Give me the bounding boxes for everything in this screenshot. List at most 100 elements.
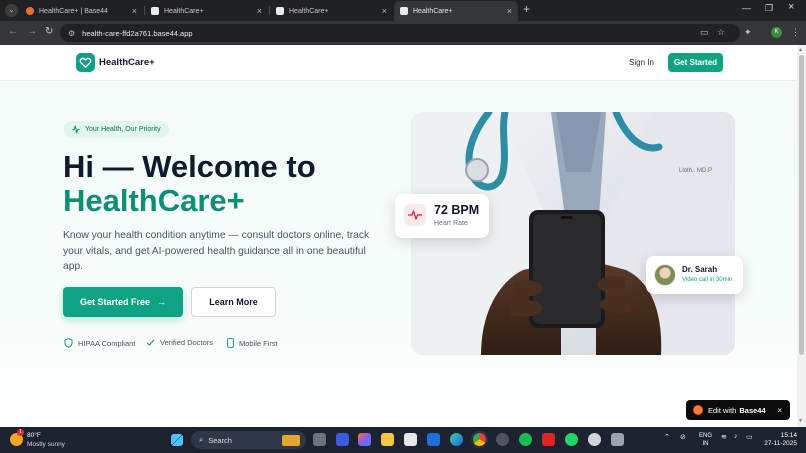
heart-pulse-icon (404, 204, 426, 226)
trust-label: Mobile First (239, 338, 278, 348)
mail-envelope-icon[interactable] (611, 433, 624, 446)
tagline-text: Your Health, Our Priority (85, 126, 161, 133)
restore-icon[interactable]: ❐ (765, 3, 773, 14)
address-bar[interactable]: ⚙ health-care-ffd2a761.base44.app (60, 24, 740, 42)
spotify-app-icon[interactable] (519, 433, 532, 446)
file-explorer-icon[interactable] (381, 433, 394, 446)
trust-item-mobile: Mobile First (227, 338, 278, 348)
trust-item-verified: Verified Doctors (146, 338, 213, 347)
tab-title: HealthCare+ | Base44 (39, 7, 108, 15)
chrome-browser-icon[interactable] (473, 433, 486, 446)
check-icon (146, 339, 155, 346)
site-header: HealthCare+ Sign In Get Started (0, 45, 797, 81)
tab-title: HealthCare+ (164, 7, 204, 15)
install-app-icon[interactable]: ▭ (700, 27, 709, 38)
search-icon: ⌕ (199, 435, 204, 444)
chevron-up-icon[interactable]: ⌃ (664, 433, 670, 441)
weather-description[interactable]: Mostly sunny (27, 441, 65, 448)
tab-search-button[interactable]: ⌄ (5, 4, 18, 17)
profile-avatar[interactable]: K (771, 27, 782, 38)
more-menu-icon[interactable]: ⋮ (791, 27, 800, 38)
windows-start-icon[interactable] (171, 434, 183, 446)
back-icon[interactable]: ← (8, 26, 18, 37)
doctor-call-status: Video call in 30min (682, 277, 733, 283)
edit-with-base44-badge[interactable]: Edit with Base44 × (686, 400, 790, 420)
close-icon[interactable]: × (132, 6, 137, 16)
page-favicon-icon (151, 7, 159, 15)
weather-temperature[interactable]: 80°F (27, 432, 41, 439)
close-icon[interactable]: × (777, 406, 782, 415)
volume-icon[interactable]: ♪ (734, 433, 738, 440)
forward-icon[interactable]: → (27, 26, 37, 37)
bookmark-star-icon[interactable]: ☆ (717, 27, 725, 38)
taskbar-clock[interactable]: 15:14 27-11-2025 (761, 432, 797, 448)
whatsapp-app-icon[interactable] (565, 433, 578, 446)
browser-tab-2[interactable]: HealthCare+ × (145, 1, 268, 21)
page-favicon-icon (276, 7, 284, 15)
app-icon[interactable] (496, 433, 509, 446)
task-view-icon[interactable] (313, 433, 326, 446)
smartphone-icon (227, 338, 234, 348)
notepad-app-icon[interactable] (404, 433, 417, 446)
base44-favicon-icon (26, 7, 34, 15)
url-text: health-care-ffd2a761.base44.app (82, 28, 193, 38)
tagline-pill: Your Health, Our Priority (64, 121, 169, 138)
close-icon[interactable]: × (257, 6, 262, 16)
site-logo-text[interactable]: HealthCare+ (99, 57, 155, 68)
heart-rate-label: Heart Rate (434, 220, 468, 227)
sign-in-link[interactable]: Sign In (629, 58, 654, 67)
heart-rate-card: 72 BPM Heart Rate (395, 194, 489, 238)
doctor-call-card: Dr. Sarah Video call in 30min (646, 256, 743, 294)
scrollbar-thumb[interactable] (799, 55, 804, 355)
get-started-free-button[interactable]: Get Started Free → (63, 287, 183, 317)
browser-tab-3[interactable]: HealthCare+ × (270, 1, 393, 21)
window-close-icon[interactable]: × (788, 1, 794, 13)
outlook-app-icon[interactable] (336, 433, 349, 446)
copilot-app-icon[interactable] (358, 433, 371, 446)
language-region: IN (702, 441, 709, 447)
hero-heading-line1: Hi — Welcome to (63, 149, 316, 184)
page-viewport: HealthCare+ Sign In Get Started Your Hea… (0, 45, 797, 427)
windows-taskbar: 1 80°F Mostly sunny ⌕ Search ⌃ ⊘ ENG IN … (0, 427, 806, 453)
page-favicon-icon (400, 7, 408, 15)
browser-tabstrip: ⌄ HealthCare+ | Base44 × HealthCare+ × H… (0, 0, 806, 21)
site-info-icon[interactable]: ⚙ (68, 29, 75, 38)
button-label: Get Started Free (79, 297, 151, 307)
mute-notifications-icon[interactable]: ⊘ (680, 433, 686, 441)
scroll-up-icon[interactable]: ▲ (798, 47, 803, 53)
new-tab-button[interactable]: + (523, 2, 530, 16)
close-icon[interactable]: × (382, 6, 387, 16)
minimize-icon[interactable]: — (742, 3, 751, 13)
badge-brand: Base44 (739, 405, 766, 415)
extensions-icon[interactable]: ✦ (744, 27, 752, 38)
heart-rate-value: 72 BPM (434, 203, 480, 217)
clock-time: 15:14 (780, 432, 797, 439)
wifi-icon[interactable]: ≋ (721, 433, 727, 441)
close-icon[interactable]: × (507, 6, 512, 16)
tab-title: HealthCare+ (289, 7, 329, 15)
weather-alert-badge: 1 (17, 429, 24, 436)
language-indicator[interactable]: ENG IN (699, 432, 712, 448)
browser-tab-1[interactable]: HealthCare+ | Base44 × (20, 1, 143, 21)
mail-app-icon[interactable] (427, 433, 440, 446)
taskbar-search[interactable]: ⌕ Search (191, 431, 306, 449)
search-highlight-icon (282, 434, 300, 446)
battery-icon[interactable]: ▭ (746, 433, 753, 441)
badge-prefix: Edit with (708, 405, 737, 415)
learn-more-button[interactable]: Learn More (191, 287, 276, 317)
chatgpt-app-icon[interactable] (588, 433, 601, 446)
pulse-icon (72, 125, 80, 134)
edge-browser-icon[interactable] (450, 433, 463, 446)
reload-icon[interactable]: ↻ (45, 26, 53, 37)
browser-tab-4-active[interactable]: HealthCare+ × (394, 1, 518, 21)
scroll-down-icon[interactable]: ▼ (798, 418, 803, 424)
mcafee-app-icon[interactable] (542, 433, 555, 446)
trust-label: HIPAA Compliant (78, 338, 136, 348)
language-code: ENG (699, 433, 713, 439)
get-started-nav-button[interactable]: Get Started (668, 53, 723, 72)
page-scrollbar[interactable]: ▲ ▼ (797, 45, 806, 427)
heart-logo-icon[interactable] (76, 53, 95, 72)
arrow-right-icon: → (157, 297, 167, 307)
browser-toolbar: ← → ↻ ⚙ health-care-ffd2a761.base44.app … (0, 21, 806, 45)
doctor-avatar (654, 264, 676, 286)
